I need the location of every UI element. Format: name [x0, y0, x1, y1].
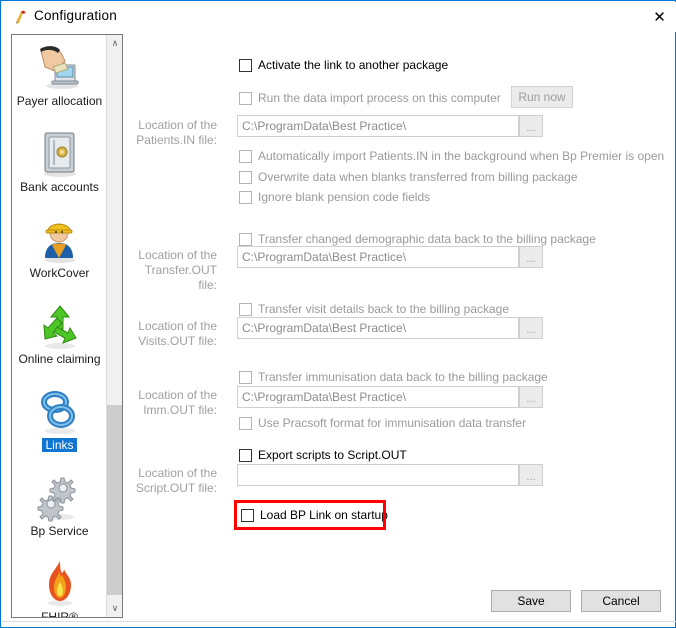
sidebar-item-fhir[interactable]: FHIR® [12, 551, 107, 618]
checkbox-label: Ignore blank pension code fields [258, 190, 431, 204]
sidebar-scrollbar[interactable]: ∧ ∨ [106, 35, 122, 617]
script-out-label: Location of the Script.OUT file: [135, 466, 217, 495]
sidebar-item-workcover[interactable]: WorkCover [12, 207, 107, 293]
worker-icon [35, 213, 85, 265]
links-settings-panel: Activate the link to another package Run… [131, 41, 667, 586]
checkbox-box [239, 302, 252, 316]
sidebar-item-label: WorkCover [29, 266, 90, 280]
transfer-visits-checkbox[interactable]: Transfer visit details back to the billi… [239, 301, 509, 317]
sidebar-item-bp-service[interactable]: Bp Service [12, 465, 107, 551]
scroll-down-icon[interactable]: ∨ [107, 600, 122, 617]
transfer-out-browse-button[interactable]: ... [519, 246, 543, 268]
sidebar-item-label: Links [42, 438, 77, 452]
sidebar-item-label: FHIR® [41, 610, 78, 618]
sidebar-item-label: Bank accounts [20, 180, 99, 194]
checkbox-box [239, 190, 252, 204]
checkbox-label: Use Pracsoft format for immunisation dat… [258, 416, 527, 430]
gears-icon [35, 471, 85, 523]
save-button[interactable]: Save [491, 590, 571, 612]
close-icon[interactable]: ✕ [642, 3, 676, 31]
checkbox-label: Activate the link to another package [258, 58, 449, 72]
hand-payment-icon [35, 41, 85, 93]
script-out-input[interactable] [237, 464, 519, 486]
script-out-browse-button[interactable]: ... [519, 464, 543, 486]
imm-out-input[interactable] [237, 386, 519, 408]
category-list: Payer allocation Bank accounts WorkCover… [12, 35, 107, 617]
auto-import-checkbox[interactable]: Automatically import Patients.IN in the … [239, 148, 664, 164]
load-bp-link-checkbox[interactable]: Load BP Link on startup [241, 507, 388, 523]
transfer-out-input[interactable] [237, 246, 519, 268]
sidebar-item-links[interactable]: Links [12, 379, 107, 465]
imm-out-label: Location of the Imm.OUT file: [138, 388, 217, 417]
transfer-demographic-checkbox[interactable]: Transfer changed demographic data back t… [239, 231, 596, 247]
configuration-window: Configuration ✕ Payer allocation Bank ac… [0, 0, 676, 628]
title-bar: Configuration ✕ [2, 2, 676, 32]
activate-link-checkbox[interactable]: Activate the link to another package [239, 57, 448, 73]
transfer-out-label: Location of the Transfer.OUT file: [138, 248, 217, 292]
patients-in-browse-button[interactable]: ... [519, 115, 543, 137]
checkbox-box [239, 416, 252, 430]
safe-vault-icon [35, 127, 85, 179]
checkbox-label: Automatically import Patients.IN in the … [258, 149, 665, 163]
checkbox-box [239, 232, 252, 246]
sidebar-item-label: Bp Service [30, 524, 89, 538]
footer-divider [2, 621, 676, 622]
window-title: Configuration [34, 8, 117, 23]
chain-links-icon [35, 385, 85, 437]
visits-out-browse-button[interactable]: ... [519, 317, 543, 339]
checkbox-label: Load BP Link on startup [260, 508, 388, 522]
checkbox-label: Export scripts to Script.OUT [258, 448, 407, 462]
overwrite-blanks-checkbox[interactable]: Overwrite data when blanks transferred f… [239, 169, 578, 185]
patients-in-label: Location of the Patients.IN file: [136, 118, 217, 147]
bp-bird-icon [12, 8, 30, 26]
sidebar-item-payer-allocation[interactable]: Payer allocation [12, 35, 107, 121]
transfer-immunisation-checkbox[interactable]: Transfer immunisation data back to the b… [239, 369, 548, 385]
sidebar-item-online-claiming[interactable]: Online claiming [12, 293, 107, 379]
visits-out-label: Location of the Visits.OUT file: [138, 319, 217, 348]
category-sidebar[interactable]: Payer allocation Bank accounts WorkCover… [11, 34, 123, 618]
checkbox-box [241, 508, 254, 522]
imm-out-browse-button[interactable]: ... [519, 386, 543, 408]
scroll-up-icon[interactable]: ∧ [107, 35, 122, 52]
watermark [526, 10, 646, 32]
patients-in-input[interactable] [237, 115, 519, 137]
pracsoft-format-checkbox[interactable]: Use Pracsoft format for immunisation dat… [239, 415, 526, 431]
checkbox-box [239, 170, 252, 184]
sidebar-item-bank-accounts[interactable]: Bank accounts [12, 121, 107, 207]
cancel-button[interactable]: Cancel [581, 590, 661, 612]
run-now-button[interactable]: Run now [511, 86, 573, 108]
checkbox-box [239, 58, 252, 72]
checkbox-label: Transfer visit details back to the billi… [258, 302, 510, 316]
ignore-pension-checkbox[interactable]: Ignore blank pension code fields [239, 189, 430, 205]
checkbox-box [239, 448, 252, 462]
checkbox-label: Overwrite data when blanks transferred f… [258, 170, 578, 184]
checkbox-label: Transfer immunisation data back to the b… [258, 370, 548, 384]
checkbox-label: Transfer changed demographic data back t… [258, 232, 596, 246]
sidebar-item-label: Online claiming [18, 352, 101, 366]
checkbox-box [239, 149, 252, 163]
export-scripts-checkbox[interactable]: Export scripts to Script.OUT [239, 447, 407, 463]
checkbox-box [239, 91, 252, 105]
checkbox-box [239, 370, 252, 384]
scrollbar-thumb[interactable] [107, 405, 122, 595]
recycle-arrows-icon [35, 299, 85, 351]
visits-out-input[interactable] [237, 317, 519, 339]
sidebar-item-label: Payer allocation [16, 94, 103, 108]
run-import-checkbox[interactable]: Run the data import process on this comp… [239, 90, 501, 106]
flame-icon [35, 557, 85, 609]
checkbox-label: Run the data import process on this comp… [258, 91, 501, 105]
